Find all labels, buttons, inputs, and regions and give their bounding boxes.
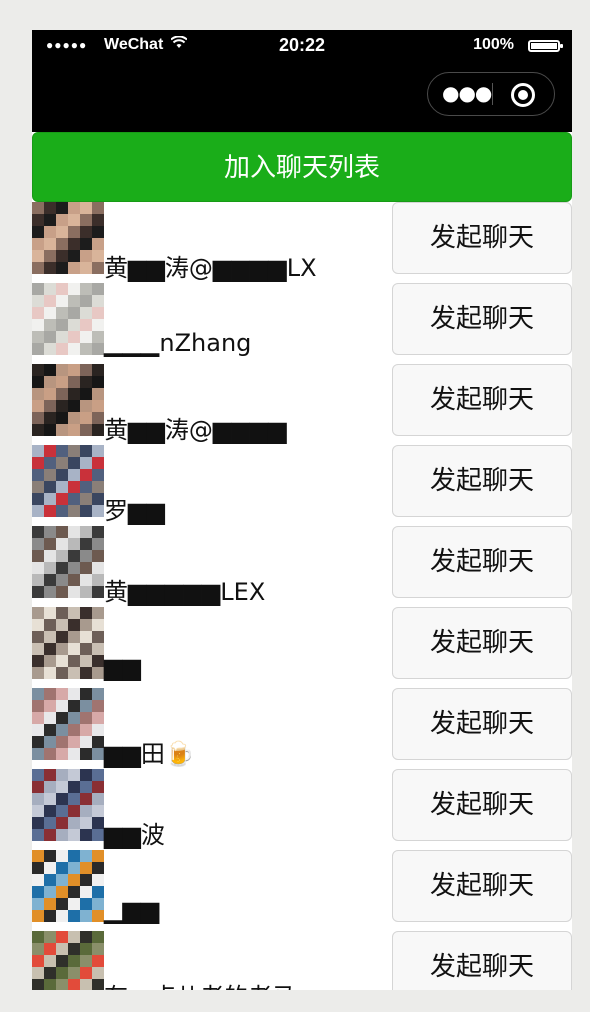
contact-name: ▆▆田🍺 bbox=[104, 740, 195, 768]
contact-name: ▁▁▁nZhang bbox=[104, 329, 252, 357]
start-chat-button[interactable]: 发起聊天 bbox=[392, 283, 572, 355]
contact-name: ▁▆▆ bbox=[104, 896, 160, 924]
battery-icon bbox=[528, 40, 563, 52]
contact-row: ▆▆ 发起聊天 bbox=[32, 607, 572, 688]
contact-avatar bbox=[32, 769, 104, 841]
contact-row: 罗▆▆ 发起聊天 bbox=[32, 445, 572, 526]
contact-avatar bbox=[32, 607, 104, 679]
contact-list: 黄▆▆涛@▆▆▆▆LX 发起聊天 ▁▁▁nZhang 发起聊天 黄▆▆涛@▆▆▆▆ 发起聊… bbox=[32, 202, 572, 990]
close-circle-icon[interactable] bbox=[511, 83, 535, 107]
battery-percentage: 100% bbox=[473, 36, 514, 53]
contact-row: ▁▁▁nZhang 发起聊天 bbox=[32, 283, 572, 364]
start-chat-button[interactable]: 发起聊天 bbox=[392, 688, 572, 760]
contact-row: ▆▆波 发起聊天 bbox=[32, 769, 572, 850]
start-chat-button[interactable]: 发起聊天 bbox=[392, 931, 572, 990]
contact-row: 黄▆▆▆▆▆LEX 发起聊天 bbox=[32, 526, 572, 607]
start-chat-button[interactable]: 发起聊天 bbox=[392, 364, 572, 436]
join-chat-list-button[interactable]: 加入聊天列表 bbox=[32, 132, 572, 202]
contact-name: 黄▆▆涛@▆▆▆▆ bbox=[104, 416, 287, 444]
start-chat-button[interactable]: 发起聊天 bbox=[392, 850, 572, 922]
start-chat-button[interactable]: 发起聊天 bbox=[392, 202, 572, 274]
contact-avatar bbox=[32, 688, 104, 760]
capsule-divider bbox=[492, 83, 493, 105]
phone-screen: ●●●●● WeChat 20:22 100% ●●● 加入聊天列表 黄▆▆涛@… bbox=[32, 30, 572, 990]
contact-row: ▁▆▆ 发起聊天 bbox=[32, 850, 572, 931]
contact-row: 有一点儿老的老马 发起聊天 bbox=[32, 931, 572, 990]
contact-avatar bbox=[32, 202, 104, 274]
more-dots-icon[interactable]: ●●● bbox=[442, 83, 492, 105]
contact-name: 黄▆▆▆▆▆LEX bbox=[104, 578, 266, 606]
contact-name: 有一点儿老的老马 bbox=[104, 977, 296, 990]
mini-program-capsule: ●●● bbox=[427, 72, 555, 116]
contact-name: 黄▆▆涛@▆▆▆▆LX bbox=[104, 254, 317, 282]
contact-row: ▆▆田🍺 发起聊天 bbox=[32, 688, 572, 769]
contact-row: 黄▆▆涛@▆▆▆▆LX 发起聊天 bbox=[32, 202, 572, 283]
contact-avatar bbox=[32, 850, 104, 922]
contact-name: 罗▆▆ bbox=[104, 497, 165, 525]
start-chat-button[interactable]: 发起聊天 bbox=[392, 769, 572, 841]
contact-name: ▆▆ bbox=[104, 653, 141, 681]
start-chat-button[interactable]: 发起聊天 bbox=[392, 607, 572, 679]
contact-avatar bbox=[32, 931, 104, 990]
start-chat-button[interactable]: 发起聊天 bbox=[392, 526, 572, 598]
start-chat-button[interactable]: 发起聊天 bbox=[392, 445, 572, 517]
contact-avatar bbox=[32, 445, 104, 517]
status-bar: ●●●●● WeChat 20:22 100% bbox=[32, 30, 572, 60]
contact-avatar bbox=[32, 364, 104, 436]
contact-avatar bbox=[32, 526, 104, 598]
contact-row: 黄▆▆涛@▆▆▆▆ 发起聊天 bbox=[32, 364, 572, 445]
contact-avatar bbox=[32, 283, 104, 355]
contact-name: ▆▆波 bbox=[104, 821, 165, 849]
nav-bar: ●●● bbox=[32, 60, 572, 132]
